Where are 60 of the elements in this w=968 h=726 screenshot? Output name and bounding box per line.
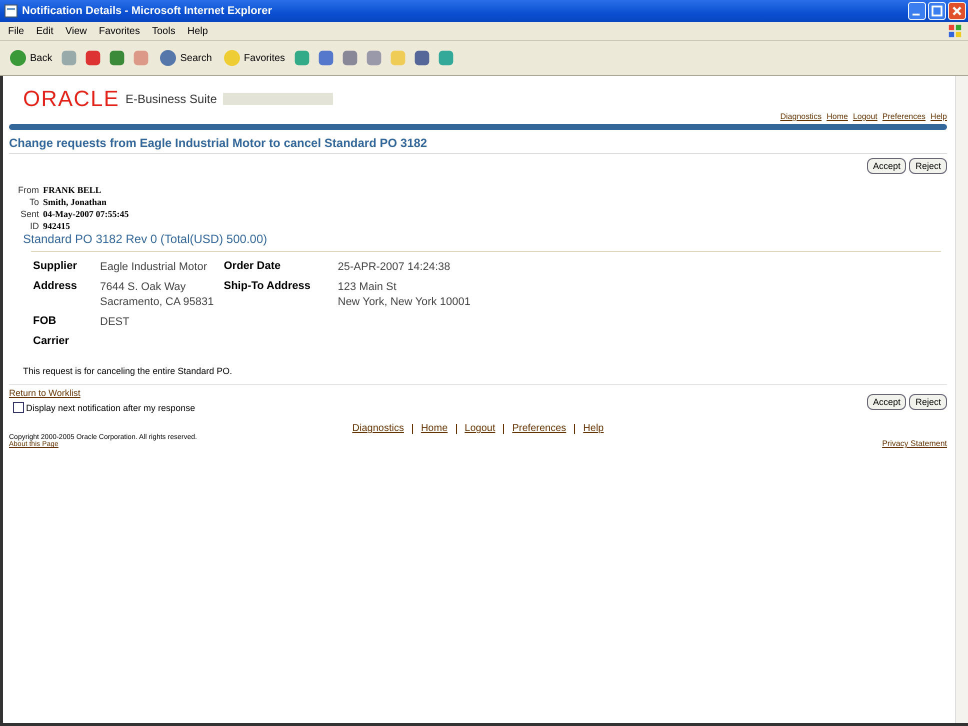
checkbox-label: Display next notification after my response bbox=[26, 402, 196, 412]
field-label: Ship-To Address bbox=[224, 280, 312, 294]
field-value: FRANK BELL bbox=[43, 184, 102, 196]
menu-item[interactable]: Tools bbox=[152, 26, 176, 36]
global-link[interactable]: Preferences bbox=[882, 112, 926, 121]
menu-item[interactable]: Help bbox=[187, 26, 208, 36]
maximize-icon[interactable] bbox=[928, 2, 946, 20]
window-title: Notification Details - Microsoft Internet Explorer bbox=[22, 5, 273, 17]
windows-logo-icon bbox=[948, 24, 962, 38]
section-heading: Standard PO 3182 Rev 0 (Total(USD) 500.00) bbox=[23, 232, 268, 246]
footer-link[interactable]: Logout bbox=[464, 423, 496, 434]
field-label: Address bbox=[33, 280, 78, 294]
field-label: FOB bbox=[33, 315, 58, 329]
field-label: ID bbox=[29, 220, 39, 232]
close-icon[interactable] bbox=[948, 2, 966, 20]
field-value: 942415 bbox=[43, 220, 71, 232]
menu-item[interactable]: Favorites bbox=[98, 26, 140, 36]
toolbar-button[interactable]: Back bbox=[6, 48, 54, 68]
footer-link[interactable]: Diagnostics bbox=[352, 423, 404, 434]
footer-link[interactable]: Preferences bbox=[512, 423, 566, 434]
menu-item[interactable]: View bbox=[65, 26, 87, 36]
field-label: Sent bbox=[19, 208, 39, 220]
action-button[interactable]: Accept bbox=[866, 158, 906, 174]
global-link[interactable]: Diagnostics bbox=[780, 112, 822, 121]
field-value: 7644 S. Oak Way bbox=[100, 280, 187, 295]
field-value: 123 Main St bbox=[338, 280, 398, 295]
global-link[interactable]: Help bbox=[930, 112, 947, 121]
field-value: 25-APR-2007 14:24:38 bbox=[338, 260, 450, 275]
footer-link[interactable]: Help bbox=[583, 423, 604, 434]
field-value: Eagle Industrial Motor bbox=[100, 260, 207, 275]
note-text: This request is for canceling the entire Standard PO. bbox=[23, 366, 234, 376]
field-value: Smith, Jonathan bbox=[43, 196, 108, 208]
action-button[interactable]: Accept bbox=[866, 394, 906, 410]
action-button[interactable]: Reject bbox=[909, 158, 947, 174]
field-label: Supplier bbox=[33, 260, 78, 274]
footer-link[interactable]: Home bbox=[420, 423, 448, 434]
global-link[interactable]: Home bbox=[826, 112, 848, 121]
field-value: New York, New York 10001 bbox=[338, 295, 470, 310]
action-button[interactable]: Reject bbox=[909, 394, 947, 410]
field-label: Order Date bbox=[224, 260, 282, 274]
global-link[interactable]: Logout bbox=[852, 112, 878, 121]
toolbar-button[interactable]: Search bbox=[156, 48, 214, 68]
field-value: 04-May-2007 07:55:45 bbox=[43, 208, 129, 220]
field-label: From bbox=[17, 184, 39, 196]
menu-item[interactable]: File bbox=[8, 26, 24, 36]
checkbox[interactable] bbox=[13, 402, 24, 413]
return-link[interactable]: Return to Worklist bbox=[9, 388, 196, 398]
menu-item[interactable]: Edit bbox=[36, 26, 54, 36]
privacy-link[interactable]: Privacy Statement bbox=[882, 439, 947, 448]
field-label: To bbox=[28, 196, 39, 208]
minimize-icon[interactable] bbox=[908, 2, 926, 20]
page-title: Change requests from Eagle Industrial Motor to cancel Standard PO 3182 bbox=[9, 136, 947, 154]
page-icon bbox=[4, 4, 18, 18]
field-value: DEST bbox=[100, 315, 130, 330]
oracle-logo: ORACLE bbox=[23, 86, 120, 112]
product-name: E-Business Suite bbox=[125, 92, 217, 106]
field-value: Sacramento, CA 95831 bbox=[100, 295, 214, 310]
toolbar-button[interactable]: Favorites bbox=[220, 48, 288, 68]
scrollbar[interactable] bbox=[955, 76, 968, 723]
field-label: Carrier bbox=[33, 335, 70, 347]
